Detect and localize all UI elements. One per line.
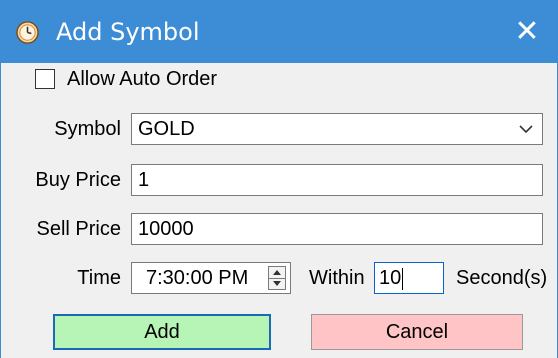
close-icon: ✕ — [514, 15, 540, 48]
time-picker[interactable]: 7:30:00 PM — [131, 262, 291, 294]
buy-price-input[interactable]: 1 — [131, 164, 543, 196]
symbol-value: GOLD — [138, 118, 195, 140]
allow-auto-order-label[interactable]: Allow Auto Order — [67, 67, 217, 91]
sell-price-value: 10000 — [138, 218, 194, 240]
buy-price-label: Buy Price — [35, 169, 121, 191]
clock-icon — [16, 21, 39, 44]
symbol-label: Symbol — [54, 118, 121, 140]
buy-price-value: 1 — [138, 169, 150, 191]
add-button-label: Add — [144, 321, 180, 343]
within-seconds-input[interactable]: 10 — [374, 262, 444, 294]
text-caret — [402, 267, 404, 290]
sell-price-input[interactable]: 10000 — [131, 213, 543, 245]
cancel-button-label: Cancel — [385, 321, 449, 343]
window-title: Add Symbol — [56, 18, 200, 46]
chevron-down-icon[interactable] — [516, 114, 536, 144]
seconds-label: Second(s) — [456, 267, 548, 289]
add-button[interactable]: Add — [53, 314, 271, 350]
time-label: Time — [77, 267, 121, 289]
allow-auto-order-checkbox[interactable] — [35, 69, 55, 89]
within-value: 10 — [379, 267, 402, 289]
symbol-combobox[interactable]: GOLD — [131, 113, 543, 145]
spin-up-icon[interactable] — [269, 267, 285, 278]
time-value: 7:30:00 PM — [146, 267, 249, 289]
spin-down-icon[interactable] — [269, 278, 285, 289]
cancel-button[interactable]: Cancel — [311, 314, 523, 350]
close-button[interactable]: ✕ — [507, 12, 547, 52]
sell-price-label: Sell Price — [36, 218, 121, 240]
add-symbol-dialog: Add Symbol ✕ Allow Auto Order Symbol GOL… — [0, 0, 558, 358]
title-bar[interactable]: Add Symbol ✕ — [1, 0, 557, 63]
time-spinner[interactable] — [268, 266, 286, 290]
within-label: Within — [309, 267, 365, 289]
